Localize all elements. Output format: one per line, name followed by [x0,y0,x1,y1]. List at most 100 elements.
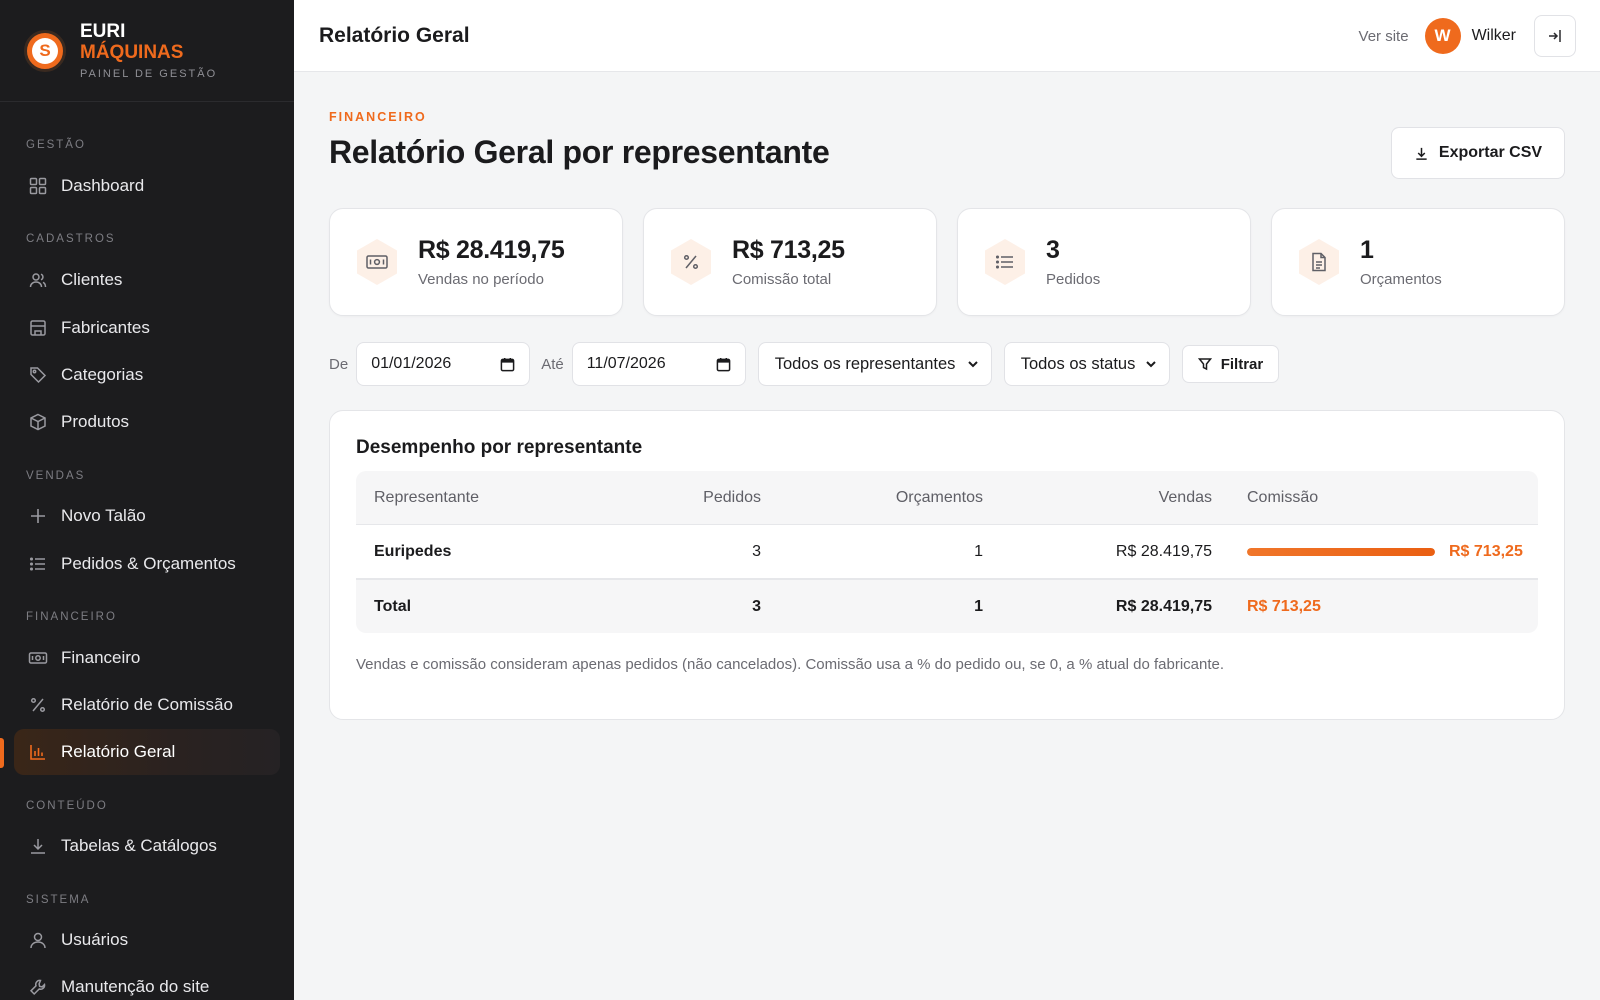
logout-icon [1547,28,1563,44]
stat-card-commission: R$ 713,25 Comissão total [643,208,937,316]
commission-value: R$ 713,25 [1449,542,1523,560]
sidebar-item-novo-talao[interactable]: Novo Talão [0,493,294,539]
table-row[interactable]: Euripedes 3 1 R$ 28.419,75 R$ 713,25 [356,525,1538,580]
brand[interactable]: S EURI MÁQUINAS PAINEL DE GESTÃO [0,0,294,102]
stat-card-orders: 3 Pedidos [957,208,1251,316]
date-from-input[interactable]: 01/01/2026 [356,342,531,386]
sidebar-item-financeiro[interactable]: Financeiro [0,635,294,681]
table-total-row: Total 3 1 R$ 28.419,75 R$ 713,25 [356,580,1538,633]
column-header-quotes[interactable]: Orçamentos [761,489,983,507]
sidebar-item-tabelas-catalogos[interactable]: Tabelas & Catálogos [0,823,294,869]
total-orders: 3 [752,597,761,615]
logout-button[interactable] [1534,15,1576,57]
tag-icon [28,365,48,385]
sidebar-item-dashboard[interactable]: Dashboard [0,163,294,209]
avatar[interactable]: W [1424,18,1461,54]
total-commission-value: R$ 713,25 [1247,597,1321,615]
sidebar-item-label: Financeiro [61,648,141,667]
date-to-value: 11/07/2026 [586,355,666,372]
calendar-icon[interactable] [716,357,731,372]
brand-logo: S [24,29,66,72]
section-label-conteudo: CONTEÚDO [26,800,108,812]
total-quotes: 1 [974,597,983,615]
performance-panel: Desempenho por representante Representan… [329,410,1565,720]
sidebar-item-produtos[interactable]: Produtos [0,399,294,445]
sidebar-item-label: Clientes [61,270,123,289]
download-icon [28,836,48,856]
sidebar-item-categorias[interactable]: Categorias [0,352,294,398]
list-icon [28,554,48,574]
status-select-value: Todos os status [1020,354,1136,373]
plus-icon [28,506,48,526]
topbar-actions: Ver site W Wilker [1359,0,1576,72]
sidebar-item-label: Dashboard [61,176,145,195]
sidebar-item-fabricantes[interactable]: Fabricantes [0,305,294,351]
column-header-sales[interactable]: Vendas [983,489,1212,507]
date-from-value: 01/01/2026 [371,355,452,372]
cell-quotes: 1 [974,542,983,560]
building-icon [28,318,48,338]
chevron-down-icon [1145,358,1157,370]
sidebar-item-clientes[interactable]: Clientes [0,257,294,303]
page-eyebrow: FINANCEIRO [329,110,427,124]
table-header: Representante Pedidos Orçamentos Vendas … [356,471,1538,525]
document-icon [1296,237,1342,287]
total-commission: R$ 713,25 [1212,598,1538,616]
stat-label: Orçamentos [1360,271,1442,288]
section-label-vendas: VENDAS [26,470,86,482]
brand-logo-letter: S [32,37,58,64]
download-icon [1414,146,1429,161]
commission-bar-fill [1247,547,1435,556]
sidebar-item-usuarios[interactable]: Usuários [0,917,294,963]
user-name: Wilker [1471,27,1516,44]
filter-button[interactable]: Filtrar [1181,345,1280,383]
calendar-icon[interactable] [500,357,515,372]
brand-name-line2: MÁQUINAS [80,41,184,63]
filter-button-label: Filtrar [1220,355,1264,373]
date-to-input[interactable]: 11/07/2026 [571,342,746,386]
stat-value: R$ 28.419,75 [418,236,565,264]
sidebar: S EURI MÁQUINAS PAINEL DE GESTÃO GESTÃO … [0,0,294,1000]
status-select[interactable]: Todos os status [1003,342,1170,386]
stat-value: R$ 713,25 [732,236,845,264]
filter-bar: De 01/01/2026 Até 11/07/2026 Todos os re… [329,342,1280,386]
column-header-orders[interactable]: Pedidos [656,489,761,507]
column-header-representative[interactable]: Representante [356,489,656,507]
section-label-financeiro: FINANCEIRO [26,611,117,623]
stat-value: 3 [1046,236,1060,264]
page-title: Relatório Geral por representante [329,134,830,170]
view-site-link[interactable]: Ver site [1359,28,1409,45]
cell-orders: 3 [752,542,761,560]
sidebar-item-pedidos-orcamentos[interactable]: Pedidos & Orçamentos [0,541,294,587]
box-icon [28,412,48,432]
date-to-label: Até [541,355,564,373]
wrench-icon [28,977,48,997]
sidebar-item-relatorio-comissao[interactable]: Relatório de Comissão [0,682,294,728]
percent-icon [668,237,714,287]
cell-commission: R$ 713,25 [1212,543,1538,561]
section-label-gestao: GESTÃO [26,139,86,151]
sidebar-item-label: Tabelas & Catálogos [61,836,217,855]
topbar: Relatório Geral Ver site W Wilker [294,0,1600,72]
sidebar-item-label: Produtos [61,412,130,431]
user-icon [28,930,48,950]
performance-title: Desempenho por representante [356,437,643,458]
column-header-commission[interactable]: Comissão [1212,489,1538,507]
sidebar-item-label: Fabricantes [61,318,150,337]
users-icon [28,270,48,290]
sidebar-item-manutencao[interactable]: Manutenção do site [0,964,294,1000]
representative-select[interactable]: Todos os representantes [757,342,992,386]
date-from-label: De [329,355,349,373]
funnel-icon [1197,357,1212,371]
banknote-icon [354,237,400,287]
sidebar-item-label: Pedidos & Orçamentos [61,554,236,573]
export-csv-button[interactable]: Exportar CSV [1391,127,1565,179]
export-csv-label: Exportar CSV [1438,144,1543,161]
sidebar-item-relatorio-geral[interactable]: Relatório Geral [14,729,280,775]
chevron-down-icon [967,358,979,370]
topbar-title: Relatório Geral [319,23,470,47]
stat-card-quotes: 1 Orçamentos [1271,208,1565,316]
brand-text: EURI MÁQUINAS PAINEL DE GESTÃO [80,21,217,80]
active-indicator [0,738,4,768]
representative-select-value: Todos os representantes [774,354,956,373]
